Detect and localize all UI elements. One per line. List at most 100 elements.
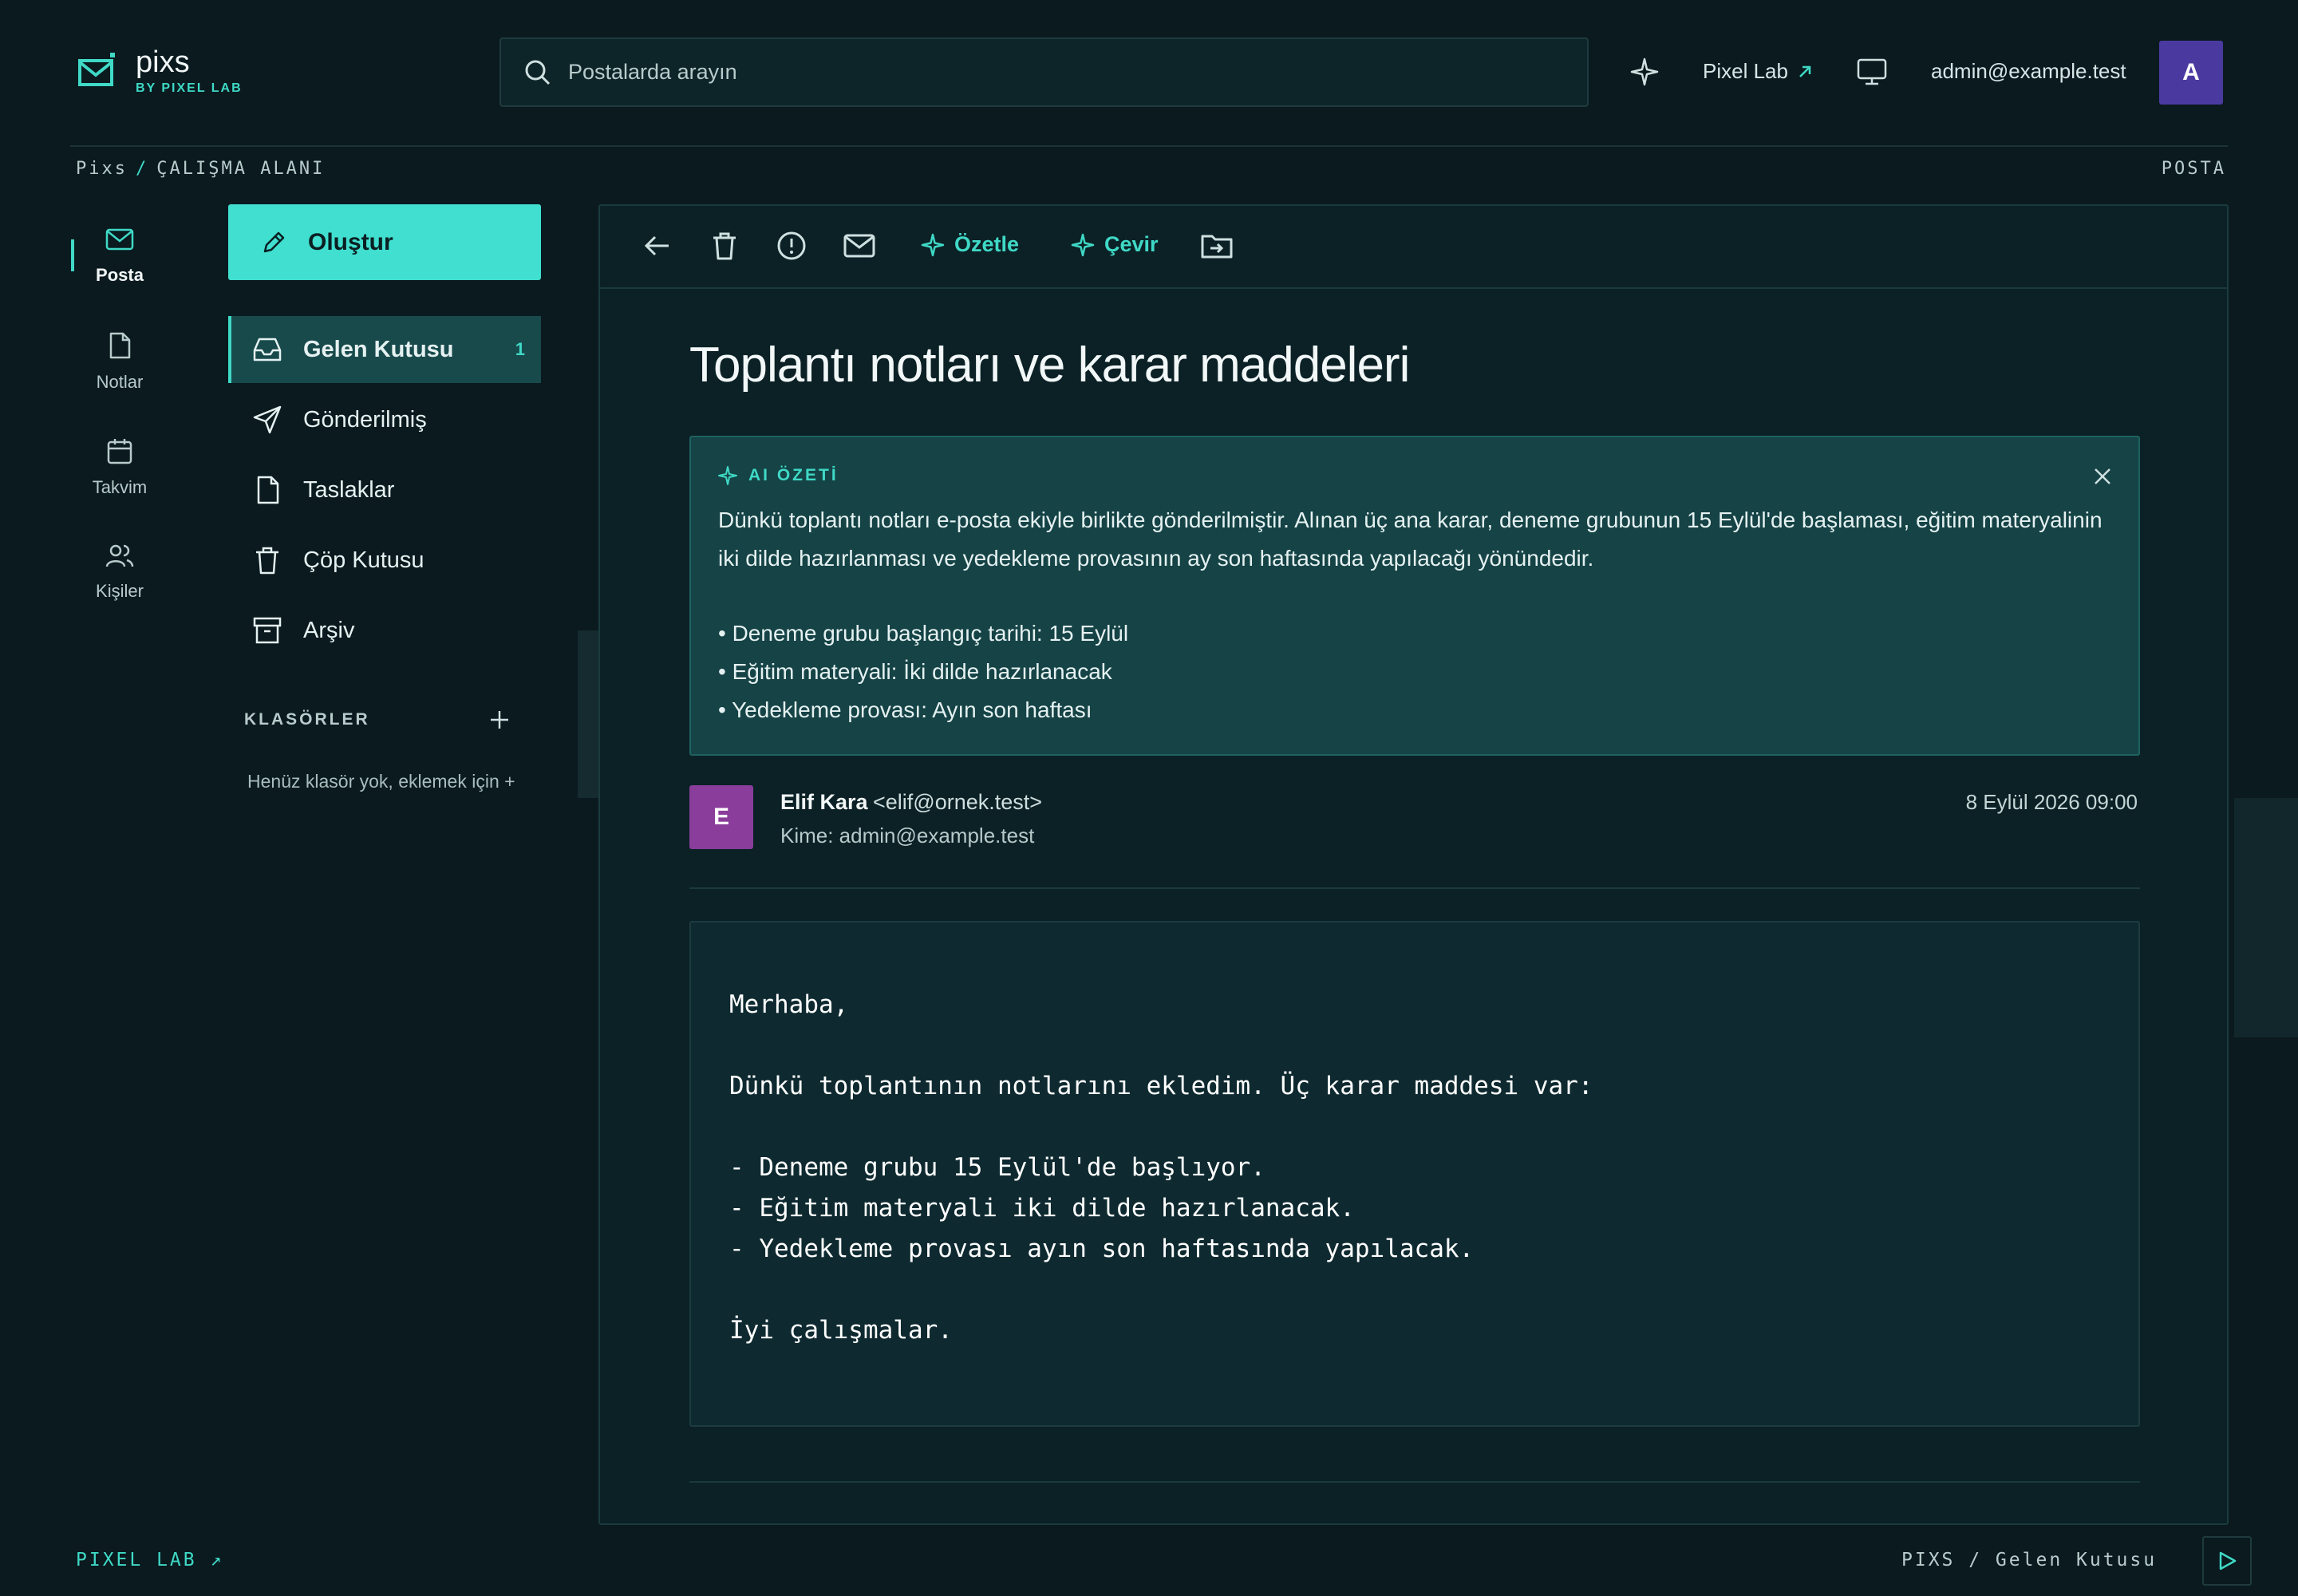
- alert-circle-icon: [777, 231, 806, 260]
- recipient: Kime: admin@example.test: [780, 824, 1035, 847]
- back-button[interactable]: [642, 230, 673, 262]
- draft-icon: [257, 476, 279, 504]
- close-ai-summary-button[interactable]: [2092, 466, 2113, 487]
- monitor-icon: [1857, 58, 1887, 85]
- email-toolbar: Özetle Çevir: [600, 206, 2227, 289]
- sidebar-item-drafts[interactable]: Taslaklar: [228, 456, 541, 523]
- footer-pixel-lab-link[interactable]: PIXEL LAB ↗: [76, 1550, 223, 1570]
- people-icon: [105, 544, 134, 567]
- close-icon: [2095, 468, 2110, 484]
- sidebar-item-sent[interactable]: Gönderilmiş: [228, 386, 541, 453]
- display-settings-button[interactable]: [1857, 57, 1887, 86]
- sidebar-item-archive[interactable]: Arşiv: [228, 597, 541, 664]
- pixel-lab-link[interactable]: Pixel Lab: [1703, 59, 1812, 84]
- footer-status: PIXS / Gelen Kutusu: [1901, 1550, 2158, 1570]
- unread-count-badge: 1: [515, 339, 525, 359]
- rail-label: Posta: [96, 265, 144, 285]
- send-icon: [253, 405, 282, 434]
- summarize-label: Özetle: [954, 232, 1020, 256]
- breadcrumb-separator: /: [135, 159, 149, 179]
- add-folder-button[interactable]: [488, 709, 511, 731]
- play-icon: [2219, 1551, 2237, 1570]
- folders-empty-message: Henüz klasör yok, eklemek için +: [247, 771, 515, 792]
- pixel-lab-label: Pixel Lab: [1703, 59, 1788, 83]
- move-to-folder-button[interactable]: [1200, 230, 1234, 262]
- sparkle-icon: [1071, 233, 1095, 256]
- rail-item-contacts[interactable]: Kişiler: [77, 543, 163, 602]
- report-spam-button[interactable]: [776, 230, 807, 262]
- rail-label: Notlar: [96, 372, 144, 392]
- search-bar[interactable]: [499, 38, 1589, 107]
- translate-button[interactable]: Çevir: [1071, 232, 1159, 257]
- sidebar-item-label: Gönderilmiş: [303, 406, 427, 433]
- inbox-icon: [253, 338, 282, 361]
- translate-label: Çevir: [1104, 232, 1159, 256]
- sidebar-item-inbox[interactable]: Gelen Kutusu 1: [228, 316, 541, 383]
- search-input[interactable]: [568, 60, 1526, 85]
- delete-button[interactable]: [709, 230, 740, 262]
- note-icon: [109, 332, 131, 359]
- email-reader-panel: Özetle Çevir Toplantı notları ve karar m…: [598, 204, 2229, 1525]
- arrow-left-icon: [644, 235, 669, 256]
- pencil-icon: [263, 231, 285, 252]
- trash-icon: [256, 547, 278, 575]
- compose-label: Oluştur: [308, 228, 393, 255]
- breadcrumb: Pixs / ÇALIŞMA ALANI: [76, 159, 325, 179]
- rail-label: Kişiler: [96, 581, 144, 601]
- ai-summary-bullets: • Deneme grubu başlangıç tarihi: 15 Eylü…: [718, 614, 1128, 729]
- email-subject: Toplantı notları ve karar maddeleri: [689, 338, 1410, 393]
- ai-bullet: • Deneme grubu başlangıç tarihi: 15 Eylü…: [718, 621, 1129, 646]
- mark-unread-button[interactable]: [843, 230, 876, 262]
- play-button[interactable]: [2202, 1536, 2252, 1586]
- sender-avatar: E: [689, 785, 753, 849]
- sidebar-item-label: Taslaklar: [303, 476, 395, 503]
- mail-icon: [105, 228, 134, 251]
- folder-move-icon: [1201, 235, 1233, 259]
- email-body: Merhaba, Dünkü toplantının notlarını ekl…: [689, 921, 2140, 1427]
- header-divider: [70, 145, 2228, 147]
- background-decoration: [2234, 798, 2298, 1037]
- user-avatar[interactable]: A: [2159, 41, 2223, 105]
- ai-summary-box: AI ÖZETİ Dünkü toplantı notları e-posta …: [689, 436, 2140, 756]
- sidebar-item-trash[interactable]: Çöp Kutusu: [228, 527, 541, 594]
- ai-bullet: • Yedekleme provası: Ayın son haftası: [718, 697, 1092, 722]
- sparkle-icon: [718, 466, 737, 485]
- compose-button[interactable]: Oluştur: [228, 204, 541, 280]
- app-logo[interactable]: pixs BY PIXEL LAB: [77, 46, 243, 96]
- rail-item-calendar[interactable]: Takvim: [77, 437, 163, 498]
- ai-summary-text: Dünkü toplantı notları e-posta ekiyle bi…: [718, 508, 2103, 571]
- archive-icon: [253, 617, 282, 644]
- divider: [689, 1481, 2140, 1483]
- rail-label: Takvim: [92, 477, 148, 497]
- ai-bullet: • Eğitim materyali: İki dilde hazırlanac…: [718, 659, 1112, 684]
- sparkle-icon: [1630, 57, 1659, 86]
- search-icon: [525, 60, 551, 85]
- sidebar-item-label: Gelen Kutusu: [303, 336, 454, 362]
- plus-icon: [491, 711, 508, 729]
- breadcrumb-current: ÇALIŞMA ALANI: [156, 159, 326, 179]
- sender-name[interactable]: Elif Kara: [780, 790, 868, 815]
- folders-heading: KLASÖRLER: [244, 710, 370, 729]
- email-body-text: Merhaba, Dünkü toplantının notlarını ekl…: [729, 990, 1593, 1345]
- section-label: POSTA: [2161, 159, 2226, 179]
- sparkle-icon: [921, 233, 945, 256]
- ai-sparkle-button[interactable]: [1630, 57, 1659, 86]
- email-date: 8 Eylül 2026 09:00: [1965, 790, 2138, 814]
- summarize-button[interactable]: Özetle: [921, 232, 1019, 257]
- external-link-icon: [1799, 65, 1811, 77]
- rail-item-notes[interactable]: Notlar: [77, 332, 163, 393]
- ai-summary-heading: AI ÖZETİ: [718, 466, 839, 485]
- mail-icon: [843, 234, 875, 258]
- logo-name: pixs: [136, 45, 190, 79]
- ai-summary-title: AI ÖZETİ: [748, 466, 839, 484]
- sidebar-item-label: Arşiv: [303, 617, 355, 643]
- sender-email: <elif@ornek.test>: [873, 790, 1043, 814]
- logo-subtitle: BY PIXEL LAB: [136, 81, 243, 95]
- calendar-icon: [107, 439, 132, 464]
- pixs-logo-icon: [78, 53, 115, 86]
- breadcrumb-root[interactable]: Pixs: [76, 159, 128, 179]
- sidebar-item-label: Çöp Kutusu: [303, 547, 424, 573]
- rail-item-mail[interactable]: Posta: [77, 227, 163, 286]
- divider: [689, 887, 2140, 889]
- user-email[interactable]: admin@example.test: [1931, 59, 2126, 84]
